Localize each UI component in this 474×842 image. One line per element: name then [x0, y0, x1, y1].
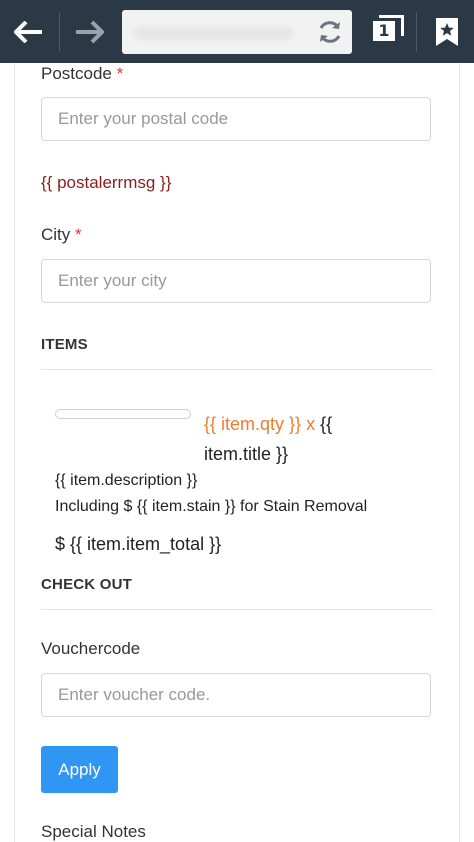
- forward-button[interactable]: [60, 0, 118, 63]
- arrow-right-icon: [76, 20, 104, 43]
- city-label-text: City: [41, 225, 71, 244]
- back-button[interactable]: [0, 0, 58, 63]
- item-title-text: item.title }}: [204, 444, 289, 464]
- section-divider: [41, 369, 433, 370]
- postcode-placeholder: Enter your postal code: [58, 109, 229, 128]
- city-placeholder: Enter your city: [58, 271, 167, 290]
- apply-button[interactable]: Apply: [41, 746, 118, 793]
- voucher-placeholder: Enter voucher code.: [58, 685, 211, 704]
- tabs-button[interactable]: 1: [362, 0, 412, 63]
- bookmark-button[interactable]: [420, 0, 474, 63]
- special-notes-label: Special Notes: [41, 822, 146, 841]
- checkout-heading: CHECK OUT: [41, 576, 132, 593]
- city-label: City *: [41, 225, 82, 245]
- postcode-error-message: {{ postalerrmsg }}: [41, 173, 172, 192]
- tab-count: 1: [373, 20, 395, 41]
- required-marker: *: [75, 225, 82, 244]
- checkout-form-card: Postcode * Enter your postal code {{ pos…: [14, 63, 460, 842]
- tabs-icon: 1: [373, 14, 404, 43]
- postcode-label-text: Postcode: [41, 64, 112, 83]
- items-heading: ITEMS: [41, 336, 88, 353]
- bookmark-star-icon: [436, 17, 458, 46]
- item-title: {{ item.qty }} x {{ item.title }}: [204, 409, 444, 469]
- redacted-url: [134, 26, 294, 40]
- item-qty: {{ item.qty }} x: [204, 414, 316, 434]
- item-description: {{ item.description }}: [55, 472, 198, 489]
- required-marker: *: [116, 64, 124, 83]
- item-image-placeholder: [55, 409, 191, 419]
- postcode-label: Postcode *: [41, 64, 123, 84]
- voucher-label: Vouchercode: [41, 639, 141, 658]
- address-bar[interactable]: [122, 10, 352, 54]
- item-stain-removal: Including $ {{ item.stain }} for Stain R…: [55, 498, 368, 515]
- browser-toolbar: 1: [0, 0, 474, 63]
- toolbar-divider: [416, 12, 417, 52]
- reload-icon[interactable]: [316, 18, 344, 46]
- arrow-left-icon: [14, 20, 42, 43]
- item-total: $ {{ item.item_total }}: [55, 534, 222, 554]
- section-divider: [41, 609, 433, 610]
- city-input[interactable]: Enter your city: [41, 259, 431, 303]
- postcode-input[interactable]: Enter your postal code: [41, 97, 431, 141]
- voucher-input[interactable]: Enter voucher code.: [41, 673, 431, 717]
- item-title-open: {{: [320, 414, 333, 434]
